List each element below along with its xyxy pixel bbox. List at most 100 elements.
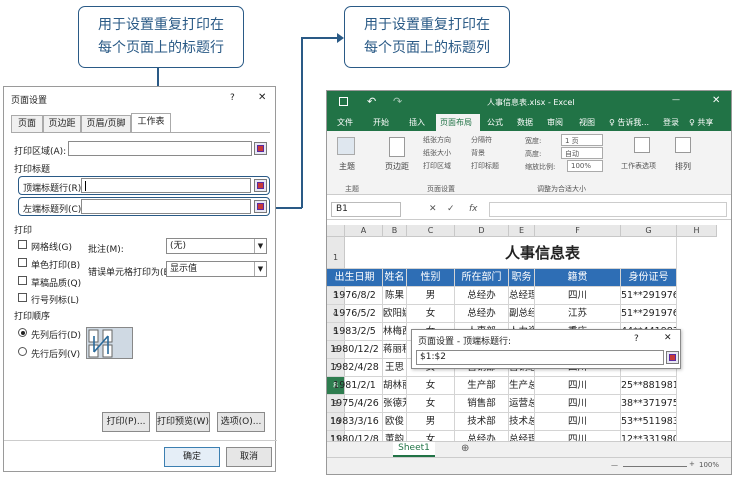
gridlines-checkbox[interactable] <box>18 240 27 249</box>
data-cell[interactable]: 1983/2/5 <box>327 323 383 341</box>
data-cell[interactable]: 1980/12/2 <box>327 341 383 359</box>
themes-icon[interactable] <box>337 137 355 155</box>
data-cell[interactable]: 女 <box>407 377 455 395</box>
data-cell[interactable]: 技术总监 <box>509 413 535 431</box>
zoom-minus-icon[interactable]: — <box>611 461 618 469</box>
data-cell[interactable]: 1976/5/2 <box>327 305 383 323</box>
margins-button[interactable]: 页边距 <box>385 161 409 172</box>
data-cell[interactable]: 四川 <box>535 287 621 305</box>
column-header[interactable]: H <box>677 225 717 237</box>
breaks-button[interactable]: 分隔符 <box>471 135 492 145</box>
select-all-corner[interactable] <box>327 225 345 237</box>
formula-input[interactable] <box>489 202 727 217</box>
headings-checkbox[interactable] <box>18 293 27 302</box>
range-input[interactable]: $1:$2 <box>416 350 664 365</box>
zoom-plus-icon[interactable]: + <box>689 460 695 468</box>
left-cols-input[interactable] <box>81 199 251 214</box>
column-header[interactable]: D <box>455 225 509 237</box>
save-icon[interactable] <box>339 97 348 106</box>
data-cell[interactable]: 蒋丽程 <box>383 341 407 359</box>
range-picker-icon[interactable] <box>254 142 267 155</box>
tab-header-footer[interactable]: 页眉/页脚 <box>81 115 131 132</box>
print-preview-button[interactable]: 打印预览(W) <box>156 412 210 432</box>
data-cell[interactable]: 欧俊 <box>383 413 407 431</box>
data-cell[interactable]: 四川 <box>535 395 621 413</box>
header-cell[interactable]: 出生日期 <box>327 269 383 287</box>
data-cell[interactable]: 林梅西 <box>383 323 407 341</box>
header-cell[interactable]: 籍贯 <box>535 269 621 287</box>
tab-insert[interactable]: 插入 <box>409 117 425 128</box>
down-then-over-radio[interactable] <box>18 328 27 337</box>
data-cell[interactable]: 江苏 <box>535 305 621 323</box>
data-cell[interactable]: 张德芳 <box>383 395 407 413</box>
data-cell[interactable]: 53**51198303169255 <box>621 413 677 431</box>
data-cell[interactable]: 陈果 <box>383 287 407 305</box>
options-button[interactable]: 选项(O)... <box>217 412 265 432</box>
data-cell[interactable]: 男 <box>407 287 455 305</box>
header-cell[interactable]: 所在部门 <box>455 269 509 287</box>
tab-sheet[interactable]: 工作表 <box>131 113 171 132</box>
cancel-icon[interactable]: ✕ <box>429 204 437 214</box>
column-header[interactable]: B <box>383 225 407 237</box>
orientation-button[interactable]: 纸张方向 <box>423 135 451 145</box>
data-cell[interactable]: 51**29197605020021 <box>621 305 677 323</box>
width-select[interactable]: 1 页 <box>561 134 603 146</box>
header-cell[interactable]: 身份证号 <box>621 269 677 287</box>
close-icon[interactable]: ✕ <box>712 95 720 106</box>
mono-checkbox[interactable] <box>18 258 27 267</box>
data-cell[interactable]: 51**29197608020030 <box>621 287 677 305</box>
data-cell[interactable]: 销售部 <box>455 395 509 413</box>
column-header[interactable]: A <box>345 225 383 237</box>
data-cell[interactable]: 欧阳娜 <box>383 305 407 323</box>
arrange-button[interactable]: 排列 <box>675 161 691 172</box>
tab-page[interactable]: 页面 <box>11 115 43 132</box>
themes-button[interactable]: 主题 <box>339 161 355 172</box>
range-picker-icon[interactable] <box>254 200 267 213</box>
zoom-slider[interactable] <box>623 466 687 467</box>
ok-button[interactable]: 确定 <box>164 447 220 467</box>
background-button[interactable]: 背景 <box>471 148 485 158</box>
tab-home[interactable]: 开始 <box>373 117 389 128</box>
errors-select[interactable]: 显示值 ▼ <box>166 261 267 277</box>
help-button[interactable]: ? <box>634 334 639 344</box>
tab-data[interactable]: 数据 <box>517 117 533 128</box>
data-cell[interactable]: 生产总监 <box>509 377 535 395</box>
data-cell[interactable]: 1975/4/26 <box>327 395 383 413</box>
data-cell[interactable]: 25**88198102013000 <box>621 377 677 395</box>
data-cell[interactable]: 胡林丽 <box>383 377 407 395</box>
data-cell[interactable]: 四川 <box>535 377 621 395</box>
data-cell[interactable]: 女 <box>407 395 455 413</box>
data-cell[interactable]: 38**37197504262127 <box>621 395 677 413</box>
column-header[interactable]: C <box>407 225 455 237</box>
redo-icon[interactable]: ↷ <box>393 95 402 108</box>
header-cell[interactable]: 性别 <box>407 269 455 287</box>
over-then-down-radio[interactable] <box>18 347 27 356</box>
sheet-tab[interactable]: Sheet1 <box>393 442 435 457</box>
tab-file[interactable]: 文件 <box>337 117 353 128</box>
data-cell[interactable]: 总经理 <box>509 287 535 305</box>
close-button[interactable]: ✕ <box>258 92 266 103</box>
print-area-input[interactable] <box>68 141 252 156</box>
cancel-button[interactable]: 取消 <box>226 447 272 467</box>
data-cell[interactable]: 四川 <box>535 413 621 431</box>
sign-in-link[interactable]: 登录 <box>663 117 679 128</box>
print-button[interactable]: 打印(P)... <box>102 412 150 432</box>
range-picker-icon[interactable] <box>666 351 679 364</box>
tab-margins[interactable]: 页边距 <box>43 115 81 132</box>
tell-me-box[interactable]: ♀ 告诉我... <box>609 117 649 128</box>
data-cell[interactable]: 生产部 <box>455 377 509 395</box>
print-titles-button[interactable]: 打印标题 <box>471 161 499 171</box>
data-cell[interactable]: 王思 <box>383 359 407 377</box>
minimize-icon[interactable]: — <box>672 95 680 104</box>
share-button[interactable]: ♀ 共享 <box>689 117 713 128</box>
print-area-button[interactable]: 打印区域 <box>423 161 451 171</box>
tab-view[interactable]: 视图 <box>579 117 595 128</box>
range-picker-icon[interactable] <box>254 179 267 192</box>
scale-input[interactable]: 100% <box>567 160 603 172</box>
draft-checkbox[interactable] <box>18 276 27 285</box>
top-rows-input[interactable] <box>81 178 251 193</box>
header-cell[interactable]: 姓名 <box>383 269 407 287</box>
height-select[interactable]: 自动 <box>561 147 603 159</box>
tab-page-layout[interactable]: 页面布局 <box>436 114 480 131</box>
undo-icon[interactable]: ↶ <box>367 95 376 108</box>
